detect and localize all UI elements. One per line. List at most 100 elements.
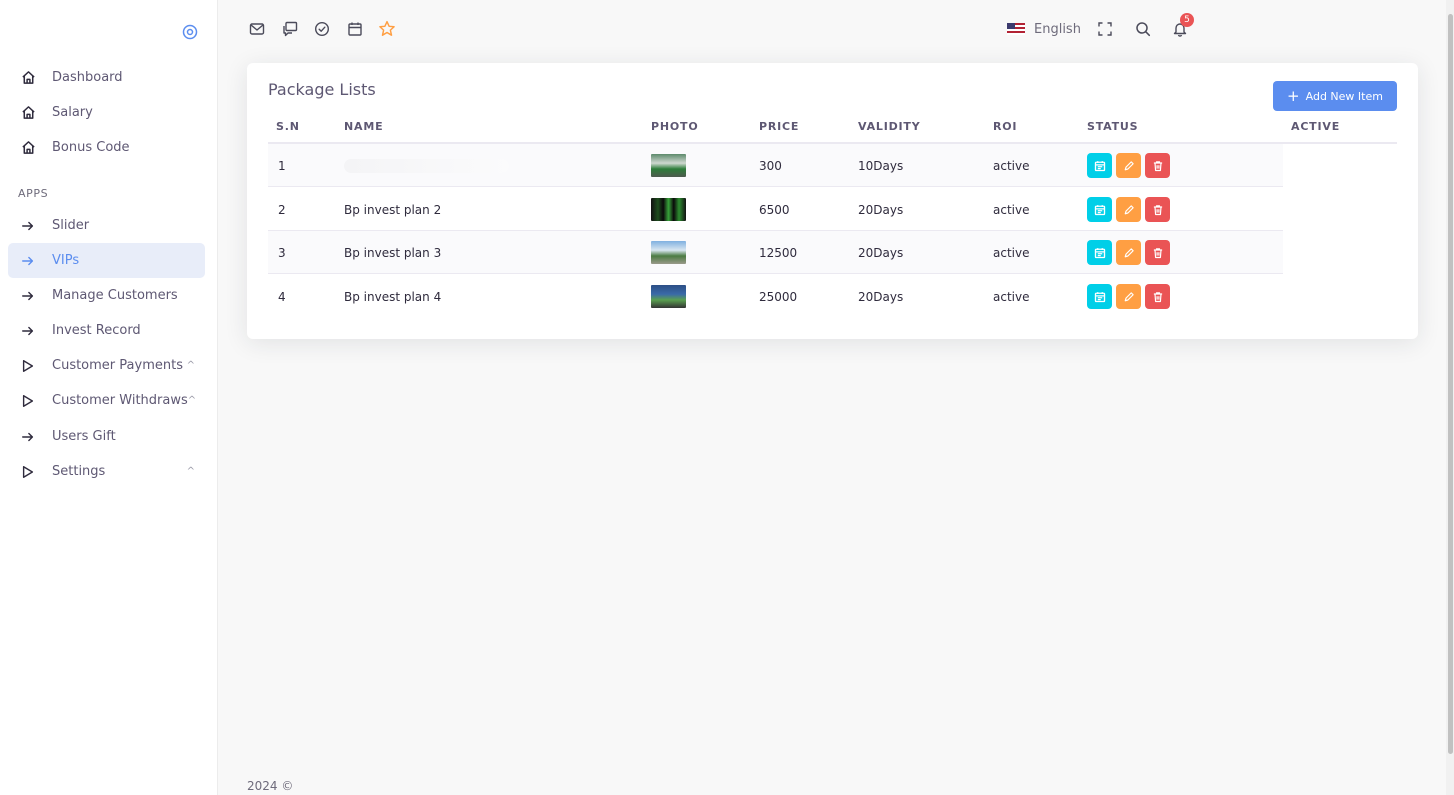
sidebar: Dashboard Salary Bonus Code APPS Slider … bbox=[0, 0, 218, 795]
table-row: 1 300 10Days active bbox=[268, 144, 1283, 187]
sidebar-item-salary[interactable]: Salary bbox=[8, 95, 205, 130]
cell-name: Bp invest plan 4 bbox=[344, 289, 442, 304]
sidebar-item-label: Invest Record bbox=[52, 323, 141, 338]
notification-badge: 5 bbox=[1180, 13, 1194, 27]
sidebar-item-label: Settings bbox=[52, 464, 106, 479]
column-header-roi: ROI bbox=[993, 120, 1018, 133]
arrow-right-icon bbox=[20, 218, 36, 234]
package-photo bbox=[651, 198, 686, 221]
edit-button[interactable] bbox=[1116, 153, 1141, 178]
play-outline-icon bbox=[20, 358, 36, 374]
add-new-item-button[interactable]: + Add New Item bbox=[1273, 81, 1397, 111]
arrow-right-icon bbox=[20, 253, 36, 269]
play-outline-icon bbox=[20, 393, 36, 409]
arrow-right-icon bbox=[20, 323, 36, 339]
chat-icon[interactable] bbox=[281, 20, 299, 38]
cell-sn: 3 bbox=[278, 245, 286, 260]
cell-price: 25000 bbox=[759, 289, 798, 304]
cell-price: 12500 bbox=[759, 245, 798, 260]
view-button[interactable] bbox=[1087, 284, 1112, 309]
cell-validity: 10Days bbox=[858, 158, 904, 173]
cell-actions bbox=[1087, 144, 1174, 187]
cell-actions bbox=[1087, 275, 1174, 318]
cell-sn: 2 bbox=[278, 202, 286, 217]
cell-roi: active bbox=[993, 289, 1030, 304]
language-selector[interactable]: English bbox=[1007, 19, 1081, 39]
cell-sn: 4 bbox=[278, 289, 286, 304]
cell-price: 300 bbox=[759, 158, 782, 173]
column-header-name: NAME bbox=[344, 120, 384, 133]
arrow-right-icon bbox=[20, 429, 36, 445]
cell-roi: active bbox=[993, 158, 1030, 173]
plus-icon: + bbox=[1287, 86, 1300, 105]
cell-validity: 20Days bbox=[858, 289, 904, 304]
cell-photo bbox=[651, 275, 686, 318]
column-header-photo: PHOTO bbox=[651, 120, 699, 133]
column-header-price: PRICE bbox=[759, 120, 800, 133]
sidebar-item-dashboard[interactable]: Dashboard bbox=[8, 60, 205, 95]
sidebar-item-settings[interactable]: Settings ^ bbox=[8, 454, 205, 489]
view-button[interactable] bbox=[1087, 153, 1112, 178]
sidebar-item-label: Customer Withdraws bbox=[52, 393, 188, 408]
language-label: English bbox=[1034, 21, 1081, 37]
sidebar-toggle-icon[interactable] bbox=[181, 23, 199, 41]
table-row: 3 Bp invest plan 3 12500 20Days active bbox=[268, 231, 1283, 274]
delete-button[interactable] bbox=[1145, 153, 1170, 178]
sidebar-item-users-gift[interactable]: Users Gift bbox=[8, 419, 205, 454]
sidebar-item-customer-withdraws[interactable]: Customer Withdraws ^ bbox=[8, 383, 205, 418]
footer-copyright: 2024 © bbox=[247, 779, 294, 793]
cell-sn: 1 bbox=[278, 158, 286, 173]
column-header-active: ACTIVE bbox=[1291, 120, 1341, 133]
scrollbar-thumb[interactable] bbox=[1448, 14, 1453, 754]
chevron-up-icon: ^ bbox=[186, 360, 195, 371]
table-row: 4 Bp invest plan 4 25000 20Days active bbox=[268, 275, 1283, 318]
delete-button[interactable] bbox=[1145, 284, 1170, 309]
star-icon[interactable] bbox=[378, 20, 396, 38]
sidebar-item-label: Users Gift bbox=[52, 429, 116, 444]
sidebar-item-label: Dashboard bbox=[52, 70, 123, 85]
calendar-icon[interactable] bbox=[346, 20, 364, 38]
add-new-item-label: Add New Item bbox=[1305, 89, 1383, 103]
chevron-up-icon: ^ bbox=[186, 466, 195, 477]
sidebar-item-label: VIPs bbox=[52, 253, 80, 268]
home-icon bbox=[20, 105, 36, 121]
cell-name: Bp invest plan 2 bbox=[344, 202, 442, 217]
column-header-sn: S.N bbox=[276, 120, 300, 133]
us-flag-icon bbox=[1007, 23, 1025, 35]
cell-photo bbox=[651, 231, 686, 274]
package-photo bbox=[651, 154, 686, 177]
table-row: 2 Bp invest plan 2 6500 20Days active bbox=[268, 188, 1283, 231]
section-header-apps: APPS bbox=[18, 187, 49, 200]
edit-button[interactable] bbox=[1116, 197, 1141, 222]
sidebar-item-vips[interactable]: VIPs bbox=[8, 243, 205, 278]
sidebar-item-label: Customer Payments bbox=[52, 358, 183, 373]
cell-name: Bp invest plan 3 bbox=[344, 245, 442, 260]
package-list-card: Package Lists + Add New Item S.N NAME PH… bbox=[247, 63, 1418, 339]
sidebar-item-label: Slider bbox=[52, 218, 90, 233]
sidebar-item-bonus-code[interactable]: Bonus Code bbox=[8, 130, 205, 165]
view-button[interactable] bbox=[1087, 197, 1112, 222]
sidebar-item-customer-payments[interactable]: Customer Payments ^ bbox=[8, 348, 205, 383]
edit-button[interactable] bbox=[1116, 240, 1141, 265]
column-header-status: STATUS bbox=[1087, 120, 1139, 133]
redacted-name bbox=[344, 158, 509, 173]
search-icon[interactable] bbox=[1134, 20, 1152, 38]
delete-button[interactable] bbox=[1145, 240, 1170, 265]
sidebar-item-manage-customers[interactable]: Manage Customers bbox=[8, 278, 205, 313]
cell-validity: 20Days bbox=[858, 245, 904, 260]
mail-icon[interactable] bbox=[248, 20, 266, 38]
sidebar-item-label: Bonus Code bbox=[52, 140, 130, 155]
sidebar-item-slider[interactable]: Slider bbox=[8, 208, 205, 243]
check-circle-icon[interactable] bbox=[313, 20, 331, 38]
edit-button[interactable] bbox=[1116, 284, 1141, 309]
view-button[interactable] bbox=[1087, 240, 1112, 265]
play-outline-icon bbox=[20, 464, 36, 480]
fullscreen-icon[interactable] bbox=[1096, 20, 1114, 38]
cell-photo bbox=[651, 144, 686, 187]
cell-name bbox=[344, 144, 509, 187]
package-photo bbox=[651, 285, 686, 308]
sidebar-item-invest-record[interactable]: Invest Record bbox=[8, 313, 205, 348]
home-icon bbox=[20, 70, 36, 86]
delete-button[interactable] bbox=[1145, 197, 1170, 222]
cell-actions bbox=[1087, 231, 1174, 274]
